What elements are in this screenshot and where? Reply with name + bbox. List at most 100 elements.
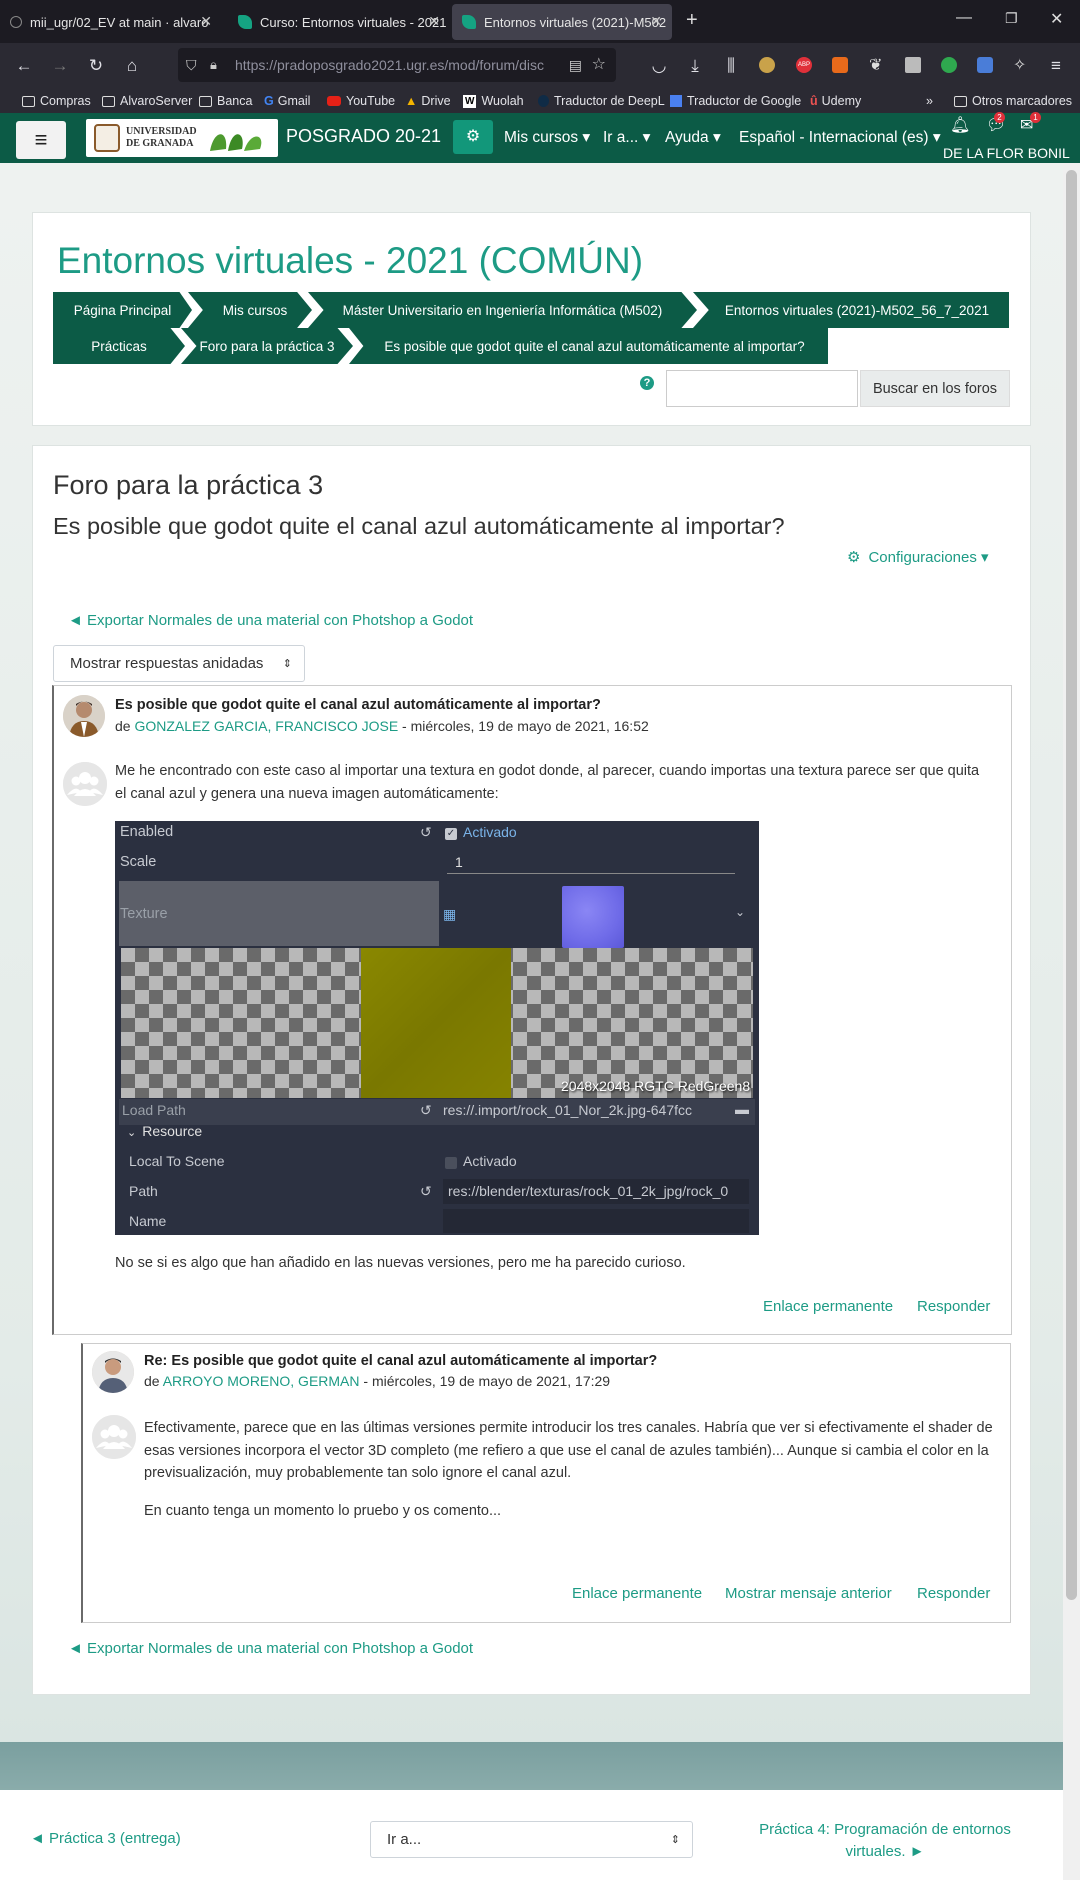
extensions-puzzle-icon[interactable]: ✧ [1013,55,1026,75]
bookmark-star-icon[interactable]: ☆ [592,48,606,82]
resource-section: ⌄ Resource [127,1123,203,1139]
bookmark-item[interactable]: G Gmail [264,89,310,113]
bookmark-item[interactable]: ▲ Drive [405,89,451,113]
download-icon[interactable]: ⤓ [681,43,709,89]
menu-language[interactable]: Español - Internacional (es) ▾ [739,128,941,147]
prev-discussion-link[interactable]: ◄ Exportar Normales de una material con … [68,612,473,629]
breadcrumb-practicas[interactable]: Prácticas [53,328,185,364]
reply-link[interactable]: Responder [917,1585,990,1602]
breadcrumb-course[interactable]: Entornos virtuales (2021)-M502_56_7_2021 [693,292,1009,328]
reader-view-icon[interactable]: ▤ [569,48,582,82]
site-brand[interactable]: POSGRADO 20-21 [286,126,441,147]
extension-icon[interactable] [941,57,957,73]
scrollbar-thumb[interactable] [1066,170,1077,1600]
user-menu[interactable]: DE LA FLOR BONIL [943,145,1070,161]
folder-icon [102,95,115,107]
help-icon[interactable]: ? [640,376,654,390]
breadcrumb-discussion[interactable]: Es posible que godot quite el canal azul… [349,328,828,364]
prev-activity-link[interactable]: ◄ Práctica 3 (entrega) [30,1830,181,1847]
permalink-link[interactable]: Enlace permanente [763,1298,893,1315]
menu-icon[interactable]: ≡ [1042,43,1070,89]
author-link[interactable]: ARROYO MORENO, GERMAN [163,1373,360,1389]
name-label: Name [129,1213,167,1229]
menu-ir-a[interactable]: Ir a... ▾ [603,128,650,147]
minimize-icon[interactable]: — [956,9,972,27]
university-logo[interactable]: UNIVERSIDAD DE GRANADA [86,119,278,157]
breadcrumb-master[interactable]: Máster Universitario en Ingeniería Infor… [308,292,697,328]
bookmark-item[interactable]: û Udemy [810,89,861,113]
close-tab-icon[interactable]: ✕ [428,13,440,30]
post-subject: Re: Es posible que godot quite el canal … [144,1353,658,1369]
author-avatar[interactable] [63,695,105,737]
next-activity-link[interactable]: Práctica 4: Programación de entornos vir… [740,1819,1030,1863]
tab-title: mii_ugr/02_EV at main · alvaro [30,14,209,30]
github-icon [10,16,22,28]
more-bookmarks-icon[interactable]: » [926,89,933,113]
close-window-icon[interactable]: ✕ [1050,9,1063,29]
bookmark-item[interactable]: Traductor de Google [670,89,801,113]
reset-icon: ↺ [420,1102,432,1118]
drawer-toggle-button[interactable]: ≡ [16,121,66,159]
post-byline: de ARROYO MORENO, GERMAN - miércoles, 19… [144,1373,611,1389]
prev-discussion-link[interactable]: ◄ Exportar Normales de una material con … [68,1640,473,1657]
tab-title: Curso: Entornos virtuales - 2021 [260,14,447,30]
menu-ayuda[interactable]: Ayuda ▾ [665,128,721,147]
extension-icon[interactable]: ❦ [869,55,882,75]
bookmark-item[interactable]: W Wuolah [463,89,524,113]
local-to-scene-label: Local To Scene [129,1153,225,1169]
group-avatar-icon [92,1415,136,1459]
author-link[interactable]: GONZALEZ GARCIA, FRANCISCO JOSE [134,718,398,734]
forum-search-button[interactable]: Buscar en los foros [860,370,1010,407]
extension-icon[interactable] [977,57,993,73]
course-title: Entornos virtuales - 2021 (COMÚN) [57,240,644,281]
texture-info: 2048x2048 RGTC RedGreen8 [561,1078,751,1094]
breadcrumb-mis-cursos[interactable]: Mis cursos [188,292,312,328]
browser-tab-active[interactable]: Entornos virtuales (2021)-M502 ✕ [452,4,672,40]
scale-slider [447,873,735,874]
reset-icon: ↺ [420,1183,432,1199]
forum-title: Foro para la práctica 3 [53,470,324,500]
url-bar[interactable]: ⛉ 🔒︎ https://pradoposgrado2021.ugr.es/mo… [178,48,616,82]
bookmark-item[interactable]: YouTube [327,89,395,113]
bookmark-item[interactable]: Banca [199,89,252,113]
adblock-icon[interactable]: ABP [796,57,812,73]
bookmark-folder-other[interactable]: Otros marcadores [954,89,1072,113]
permalink-link[interactable]: Enlace permanente [572,1585,702,1602]
extension-icon[interactable] [832,57,848,73]
pocket-icon[interactable]: ◡ [645,43,673,89]
chevron-down-icon: ⌄ [735,905,746,919]
library-icon[interactable]: ⫼ [717,43,745,89]
reload-icon[interactable]: ↻ [82,43,110,89]
display-mode-select[interactable]: Mostrar respuestas anidadas ⇕ [53,645,305,682]
shield-icon: ⛉ [186,57,197,73]
show-parent-link[interactable]: Mostrar mensaje anterior [725,1585,892,1602]
back-icon[interactable]: ← [10,43,38,89]
settings-menu[interactable]: ⚙ Configuraciones ▾ [847,548,989,566]
post-byline: de GONZALEZ GARCIA, FRANCISCO JOSE - mié… [115,718,649,734]
breadcrumb-home[interactable]: Página Principal [53,292,192,328]
jump-to-select[interactable]: Ir a... ⇕ [370,1821,693,1858]
author-avatar[interactable] [92,1351,134,1393]
bookmark-item[interactable]: Compras [22,89,91,113]
bell-icon[interactable]: 🔔︎ [950,115,970,135]
forward-icon[interactable]: → [46,43,74,89]
browser-tab[interactable]: Curso: Entornos virtuales - 2021 ✕ [228,4,450,40]
extension-icon[interactable] [905,57,921,73]
browser-tab[interactable]: mii_ugr/02_EV at main · alvaro ✕ [0,4,222,40]
close-tab-icon[interactable]: ✕ [200,13,212,30]
breadcrumb-forum[interactable]: Foro para la práctica 3 [181,328,353,364]
forum-search-input[interactable] [666,370,858,407]
restore-icon[interactable]: ❐ [1005,10,1018,27]
close-tab-icon[interactable]: ✕ [650,13,662,30]
cogs-icon[interactable]: ⚙ [453,120,493,154]
reply-link[interactable]: Responder [917,1298,990,1315]
godot-inspector-image: Enabled ↺ ✓ Activado Scale 1 Texture ▦ ⌄… [115,821,759,1235]
bookmark-item[interactable]: Traductor de DeepL [538,89,665,113]
menu-mis-cursos[interactable]: Mis cursos ▾ [504,128,590,147]
path-value: res://blender/texturas/rock_01_2k_jpg/ro… [448,1183,729,1199]
bookmark-item[interactable]: AlvaroServer [102,89,192,113]
new-tab-icon[interactable]: + [686,9,698,32]
post-body-footer: No se si es algo que han añadido en las … [115,1255,686,1271]
home-icon[interactable]: ⌂ [118,43,146,89]
extension-icon[interactable] [759,57,775,73]
